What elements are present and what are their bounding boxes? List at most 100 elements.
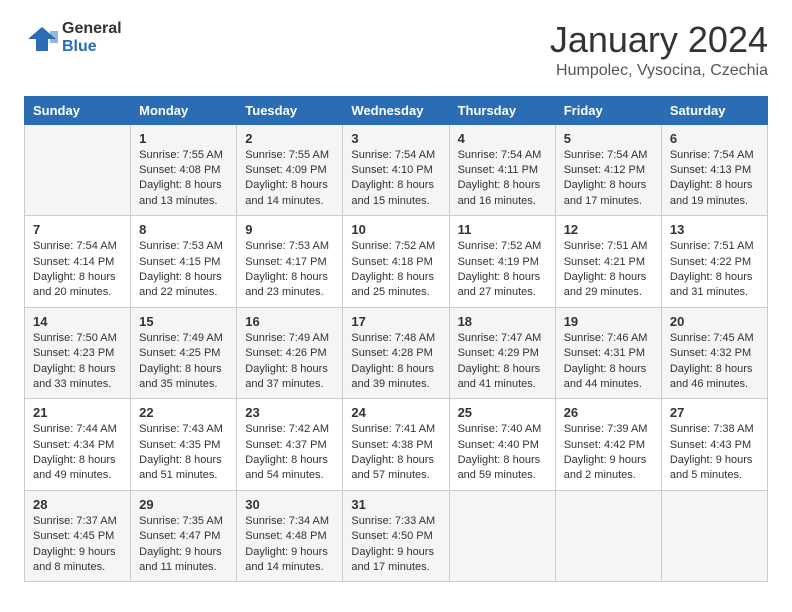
day-number: 11 [458,222,547,237]
day-info: Sunrise: 7:46 AMSunset: 4:31 PMDaylight:… [564,331,653,393]
day-info: Sunrise: 7:48 AMSunset: 4:28 PMDaylight:… [351,331,440,393]
day-number: 29 [139,497,228,512]
weekday-header-row: SundayMondayTuesdayWednesdayThursdayFrid… [25,96,768,124]
weekday-header-saturday: Saturday [661,96,767,124]
day-info: Sunrise: 7:54 AMSunset: 4:10 PMDaylight:… [351,148,440,210]
day-number: 12 [564,222,653,237]
day-info: Sunrise: 7:51 AMSunset: 4:21 PMDaylight:… [564,239,653,301]
day-info: Sunrise: 7:41 AMSunset: 4:38 PMDaylight:… [351,422,440,484]
day-number: 6 [670,131,759,146]
weekday-header-sunday: Sunday [25,96,131,124]
day-info: Sunrise: 7:49 AMSunset: 4:25 PMDaylight:… [139,331,228,393]
logo-icon [26,25,58,53]
calendar-cell: 19 Sunrise: 7:46 AMSunset: 4:31 PMDayligh… [555,307,661,399]
day-number: 14 [33,314,122,329]
day-info: Sunrise: 7:38 AMSunset: 4:43 PMDaylight:… [670,422,759,484]
logo-general: General [62,20,122,38]
calendar-cell: 1 Sunrise: 7:55 AMSunset: 4:08 PMDaylight… [131,124,237,216]
day-info: Sunrise: 7:33 AMSunset: 4:50 PMDaylight:… [351,514,440,576]
day-info: Sunrise: 7:54 AMSunset: 4:14 PMDaylight:… [33,239,122,301]
day-number: 31 [351,497,440,512]
day-info: Sunrise: 7:54 AMSunset: 4:13 PMDaylight:… [670,148,759,210]
day-number: 17 [351,314,440,329]
day-number: 3 [351,131,440,146]
calendar-cell: 18Sunrise: 7:47 AMSunset: 4:29 PMDayligh… [449,307,555,399]
day-number: 24 [351,405,440,420]
week-row-1: 1 Sunrise: 7:55 AMSunset: 4:08 PMDaylight… [25,124,768,216]
logo: General Blue [24,20,122,55]
day-number: 13 [670,222,759,237]
day-info: Sunrise: 7:34 AMSunset: 4:48 PMDaylight:… [245,514,334,576]
subtitle: Humpolec, Vysocina, Czechia [550,62,768,80]
calendar-cell: 26Sunrise: 7:39 AMSunset: 4:42 PMDayligh… [555,399,661,491]
title-section: January 2024 Humpolec, Vysocina, Czechia [550,20,768,80]
calendar-cell: 23 Sunrise: 7:42 AMSunset: 4:37 PMDayligh… [237,399,343,491]
day-number: 19 [564,314,653,329]
week-row-5: 28 Sunrise: 7:37 AMSunset: 4:45 PMDayligh… [25,490,768,582]
calendar-cell: 28 Sunrise: 7:37 AMSunset: 4:45 PMDayligh… [25,490,131,582]
week-row-2: 7 Sunrise: 7:54 AMSunset: 4:14 PMDaylight… [25,216,768,308]
day-number: 15 [139,314,228,329]
day-number: 9 [245,222,334,237]
calendar-cell: 11 Sunrise: 7:52 AMSunset: 4:19 PMDayligh… [449,216,555,308]
weekday-header-wednesday: Wednesday [343,96,449,124]
calendar-table: SundayMondayTuesdayWednesdayThursdayFrid… [24,96,768,583]
header: General Blue January 2024 Humpolec, Vyso… [24,20,768,80]
calendar-cell: 29 Sunrise: 7:35 AMSunset: 4:47 PMDayligh… [131,490,237,582]
calendar-cell: 20Sunrise: 7:45 AMSunset: 4:32 PMDayligh… [661,307,767,399]
day-number: 7 [33,222,122,237]
day-number: 10 [351,222,440,237]
day-number: 30 [245,497,334,512]
day-info: Sunrise: 7:54 AMSunset: 4:12 PMDaylight:… [564,148,653,210]
day-info: Sunrise: 7:52 AMSunset: 4:19 PMDaylight:… [458,239,547,301]
day-info: Sunrise: 7:54 AMSunset: 4:11 PMDaylight:… [458,148,547,210]
day-info: Sunrise: 7:55 AMSunset: 4:09 PMDaylight:… [245,148,334,210]
calendar-cell: 7 Sunrise: 7:54 AMSunset: 4:14 PMDaylight… [25,216,131,308]
calendar-cell: 21Sunrise: 7:44 AMSunset: 4:34 PMDayligh… [25,399,131,491]
week-row-4: 21Sunrise: 7:44 AMSunset: 4:34 PMDayligh… [25,399,768,491]
day-number: 28 [33,497,122,512]
logo-blue: Blue [62,38,122,56]
week-row-3: 14 Sunrise: 7:50 AMSunset: 4:23 PMDayligh… [25,307,768,399]
calendar-cell [449,490,555,582]
calendar-cell: 9Sunrise: 7:53 AMSunset: 4:17 PMDaylight… [237,216,343,308]
calendar-cell: 27Sunrise: 7:38 AMSunset: 4:43 PMDayligh… [661,399,767,491]
calendar-cell: 22Sunrise: 7:43 AMSunset: 4:35 PMDayligh… [131,399,237,491]
day-info: Sunrise: 7:50 AMSunset: 4:23 PMDaylight:… [33,331,122,393]
calendar-cell: 12 Sunrise: 7:51 AMSunset: 4:21 PMDayligh… [555,216,661,308]
day-info: Sunrise: 7:40 AMSunset: 4:40 PMDaylight:… [458,422,547,484]
day-number: 2 [245,131,334,146]
day-number: 23 [245,405,334,420]
calendar-cell: 3 Sunrise: 7:54 AMSunset: 4:10 PMDaylight… [343,124,449,216]
day-number: 8 [139,222,228,237]
day-info: Sunrise: 7:43 AMSunset: 4:35 PMDaylight:… [139,422,228,484]
day-info: Sunrise: 7:52 AMSunset: 4:18 PMDaylight:… [351,239,440,301]
calendar-cell: 6 Sunrise: 7:54 AMSunset: 4:13 PMDaylight… [661,124,767,216]
calendar-cell: 13 Sunrise: 7:51 AMSunset: 4:22 PMDayligh… [661,216,767,308]
day-info: Sunrise: 7:45 AMSunset: 4:32 PMDaylight:… [670,331,759,393]
day-number: 18 [458,314,547,329]
day-info: Sunrise: 7:35 AMSunset: 4:47 PMDaylight:… [139,514,228,576]
day-info: Sunrise: 7:53 AMSunset: 4:15 PMDaylight:… [139,239,228,301]
day-number: 16 [245,314,334,329]
calendar-cell: 2 Sunrise: 7:55 AMSunset: 4:09 PMDaylight… [237,124,343,216]
calendar-cell [25,124,131,216]
calendar-cell: 14 Sunrise: 7:50 AMSunset: 4:23 PMDayligh… [25,307,131,399]
weekday-header-monday: Monday [131,96,237,124]
calendar-cell: 17 Sunrise: 7:48 AMSunset: 4:28 PMDayligh… [343,307,449,399]
day-info: Sunrise: 7:42 AMSunset: 4:37 PMDaylight:… [245,422,334,484]
day-info: Sunrise: 7:37 AMSunset: 4:45 PMDaylight:… [33,514,122,576]
calendar-cell [555,490,661,582]
day-info: Sunrise: 7:55 AMSunset: 4:08 PMDaylight:… [139,148,228,210]
calendar-cell: 31 Sunrise: 7:33 AMSunset: 4:50 PMDayligh… [343,490,449,582]
day-number: 26 [564,405,653,420]
calendar-cell: 16 Sunrise: 7:49 AMSunset: 4:26 PMDayligh… [237,307,343,399]
weekday-header-friday: Friday [555,96,661,124]
day-info: Sunrise: 7:51 AMSunset: 4:22 PMDaylight:… [670,239,759,301]
day-number: 1 [139,131,228,146]
day-number: 4 [458,131,547,146]
calendar-cell [661,490,767,582]
day-info: Sunrise: 7:49 AMSunset: 4:26 PMDaylight:… [245,331,334,393]
calendar-cell: 24 Sunrise: 7:41 AMSunset: 4:38 PMDayligh… [343,399,449,491]
weekday-header-thursday: Thursday [449,96,555,124]
